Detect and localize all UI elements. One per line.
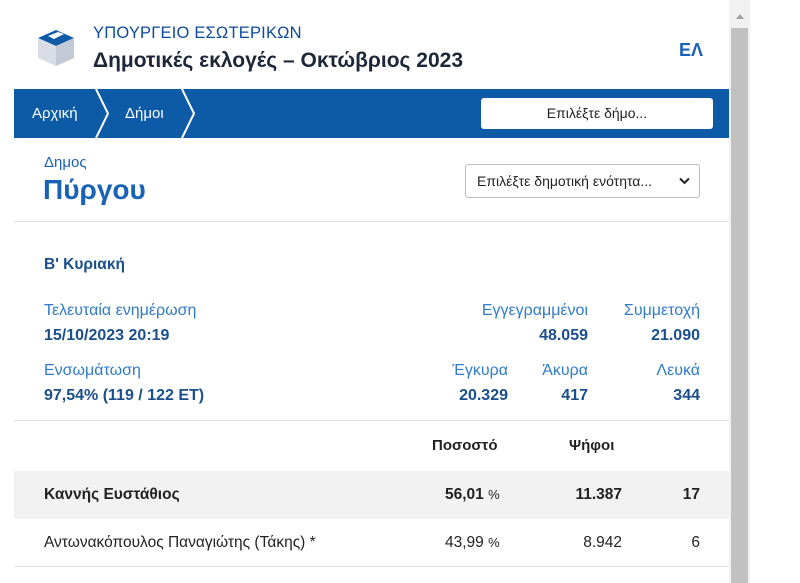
percent-sign: % (488, 535, 500, 550)
turnout-value: 21.090 (651, 327, 700, 344)
election-title: Δημοτικές εκλογές – Οκτώβριος 2023 (93, 49, 464, 72)
percent-column-header: Ποσοστό (432, 437, 498, 454)
votes-column-header: Ψήφοι (569, 437, 615, 454)
round-label: Β' Κυριακή (44, 256, 125, 273)
registered-value: 48.059 (539, 327, 588, 344)
candidate-votes: 11.387 (575, 486, 622, 503)
results-page: ΥΠΟΥΡΓΕΙΟ ΕΣΩΤΕΡΙΚΩΝ Δημοτικές εκλογές –… (14, 0, 729, 583)
candidate-name: Καννής Ευστάθιος (44, 486, 180, 503)
scroll-up-arrow-icon[interactable] (736, 14, 744, 19)
municipality-select[interactable]: Επιλέξτε δήμο... (481, 98, 713, 129)
municipal-unit-select[interactable]: Επιλέξτε δημοτική ενότητα... (465, 164, 700, 198)
breadcrumb-municipalities[interactable]: Δήμοι (125, 89, 164, 138)
candidate-seats: 17 (682, 486, 700, 503)
site-header: ΥΠΟΥΡΓΕΙΟ ΕΣΩΤΕΡΙΚΩΝ Δημοτικές εκλογές –… (14, 0, 729, 89)
candidate-name: Αντωνακόπουλος Παναγιώτης (Τάκης) * (44, 534, 316, 551)
candidate-percent: 56,01 % (445, 471, 500, 519)
breadcrumb-bar: Αρχική Δήμοι Επιλέξτε δήμο... (14, 89, 729, 138)
table-row[interactable]: Καννής Ευστάθιος 56,01 % 11.387 17 (14, 471, 729, 519)
municipal-unit-select-label: Επιλέξτε δημοτική ενότητα... (477, 173, 653, 189)
breadcrumb-home[interactable]: Αρχική (32, 89, 78, 138)
invalid-label: Άκυρα (542, 362, 588, 379)
stats-divider (14, 420, 729, 421)
ministry-name: ΥΠΟΥΡΓΕΙΟ ΕΣΩΤΕΡΙΚΩΝ (93, 24, 302, 42)
percent-sign: % (488, 487, 500, 502)
turnout-label: Συμμετοχή (623, 302, 700, 319)
valid-value: 20.329 (459, 387, 508, 404)
valid-label: Έγκυρα (452, 362, 508, 379)
integration-label: Ενσωμάτωση (44, 362, 141, 379)
blank-label: Λευκά (656, 362, 700, 379)
candidate-votes: 8.942 (583, 534, 622, 551)
scrollbar-thumb[interactable] (731, 28, 748, 583)
municipality-header: Δημος Πύργου Επιλέξτε δημοτική ενότητα..… (14, 138, 729, 222)
language-switch[interactable]: ΕΛ (679, 40, 703, 61)
integration-value: 97,54% (119 / 122 ΕΤ) (44, 387, 205, 404)
municipality-name: Πύργου (43, 174, 146, 205)
chevron-right-icon (181, 89, 196, 138)
municipality-label: Δημος (44, 154, 87, 171)
table-row[interactable]: Αντωνακόπουλος Παναγιώτης (Τάκης) * 43,9… (14, 519, 729, 567)
blank-value: 344 (673, 387, 700, 404)
percent-value: 56,01 (445, 486, 484, 503)
last-update-label: Τελευταία ενημέρωση (44, 302, 197, 319)
candidate-seats: 6 (691, 534, 700, 551)
percent-value: 43,99 (445, 534, 484, 551)
last-update-value: 15/10/2023 20:19 (44, 327, 170, 344)
registered-label: Εγγεγραμμένοι (481, 302, 588, 319)
invalid-value: 417 (561, 387, 588, 404)
chevron-down-icon (679, 177, 690, 185)
ballot-box-icon (38, 30, 74, 66)
candidate-percent: 43,99 % (445, 519, 500, 567)
chevron-right-icon (95, 89, 110, 138)
